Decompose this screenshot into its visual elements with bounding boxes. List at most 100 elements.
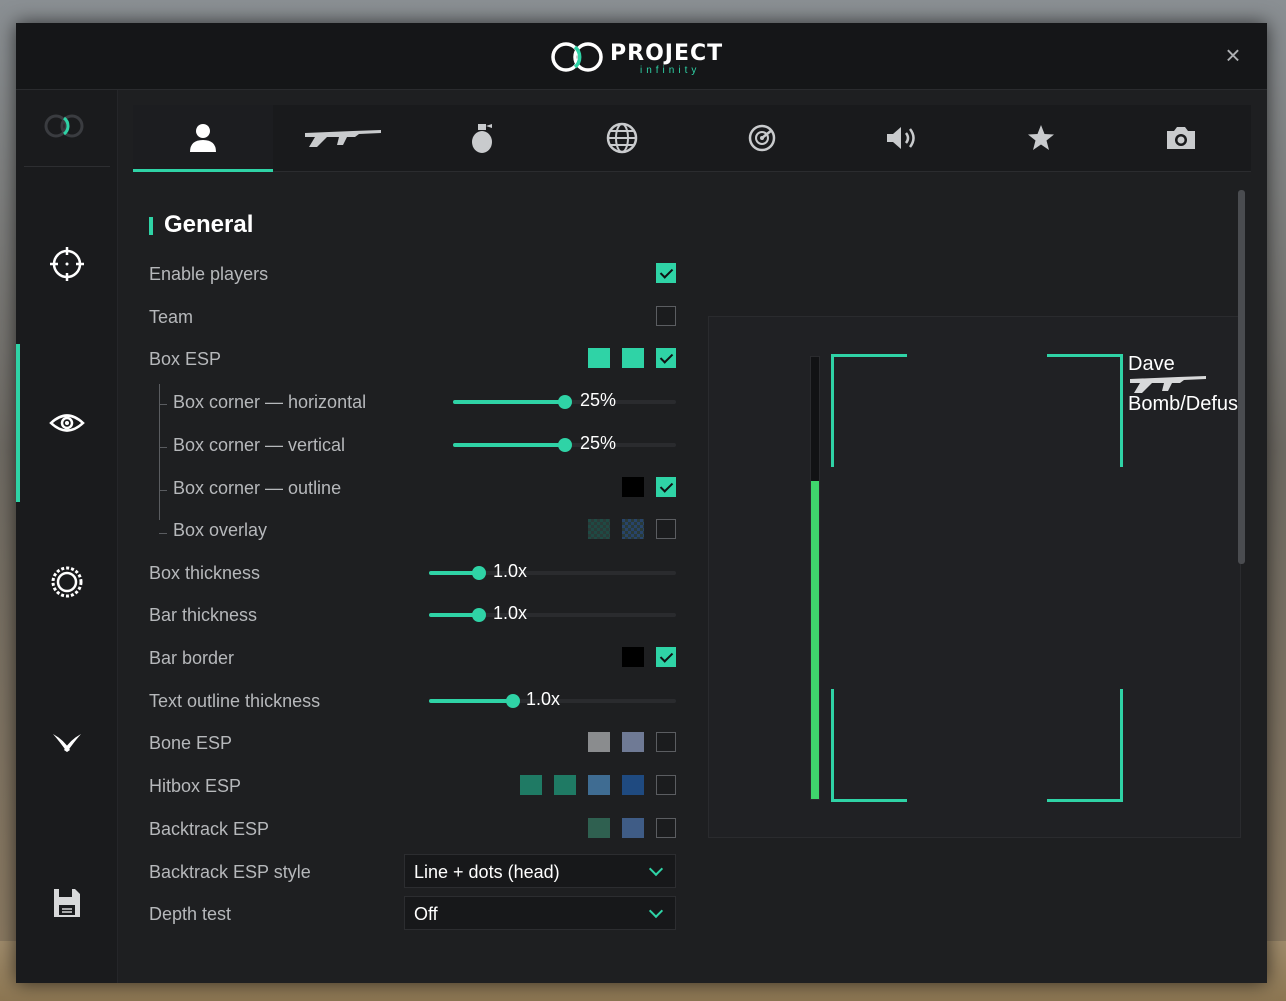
sidebar-item-aimbot[interactable]	[16, 224, 117, 304]
setting-hitbox-esp: Hitbox ESP	[149, 771, 679, 801]
section-title: General	[149, 211, 253, 239]
setting-label: Bar border	[149, 648, 235, 668]
hitbox-esp-color-swatch[interactable]	[520, 775, 542, 795]
setting-depth-test: Depth test Off	[149, 896, 679, 930]
hitbox-esp-color-swatch[interactable]	[554, 775, 576, 795]
sidebar	[16, 90, 118, 983]
tab-sounds[interactable]	[832, 105, 972, 171]
globe-icon	[606, 122, 638, 154]
star-icon	[1028, 125, 1055, 150]
health-bar	[810, 356, 820, 800]
box-corner-top-left	[831, 354, 907, 467]
box-corner-top-right	[1047, 354, 1123, 467]
setting-label: Box overlay	[173, 520, 268, 540]
slider-knob[interactable]	[506, 694, 520, 708]
hitbox-esp-color-swatch[interactable]	[622, 775, 644, 795]
slider-value: 25%	[580, 433, 617, 453]
setting-box-corner-horizontal: Box corner — horizontal 25%	[149, 387, 679, 417]
setting-label: Hitbox ESP	[149, 776, 242, 796]
content-area: General Enable players Team Box ESP Box …	[118, 90, 1267, 983]
bar-border-color-swatch[interactable]	[622, 647, 644, 667]
close-button[interactable]: ×	[1221, 42, 1245, 68]
setting-box-overlay: Box overlay	[149, 515, 679, 545]
hitbox-esp-checkbox[interactable]	[656, 775, 676, 795]
app-logo: PROJECT infinity	[548, 37, 748, 77]
slider-knob[interactable]	[472, 608, 486, 622]
setting-bar-border: Bar border	[149, 643, 679, 673]
chevron-down-icon	[648, 861, 664, 877]
bone-esp-checkbox[interactable]	[656, 732, 676, 752]
setting-backtrack-esp: Backtrack ESP	[149, 814, 679, 844]
sidebar-item-skins[interactable]	[16, 702, 117, 782]
box-thickness-slider[interactable]: 1.0x	[429, 561, 676, 581]
dropdown-value: Off	[414, 904, 438, 924]
box-esp-checkbox[interactable]	[656, 348, 676, 368]
title-bar[interactable]: PROJECT infinity ×	[16, 23, 1267, 90]
box-overlay-color-swatch[interactable]	[588, 519, 610, 539]
tab-players[interactable]	[133, 105, 273, 172]
tab-bar	[133, 105, 1251, 172]
bone-esp-color-swatch[interactable]	[622, 732, 644, 752]
crosshair-icon	[49, 247, 84, 281]
slider-fill	[453, 400, 565, 404]
slider-knob[interactable]	[558, 438, 572, 452]
box-corner-outline-color-swatch[interactable]	[622, 477, 644, 497]
setting-label: Box ESP	[149, 349, 222, 369]
setting-box-thickness: Box thickness 1.0x	[149, 558, 679, 588]
tab-world[interactable]	[552, 105, 692, 171]
setting-enable-players: Enable players	[149, 259, 679, 289]
slider-knob[interactable]	[472, 566, 486, 580]
text-outline-thickness-slider[interactable]: 1.0x	[429, 689, 676, 709]
tab-grenades[interactable]	[413, 105, 553, 171]
sidebar-item-visuals[interactable]	[16, 383, 117, 463]
setting-label: Backtrack ESP style	[149, 862, 311, 882]
tab-glow[interactable]	[972, 105, 1112, 171]
infinity-logo-icon	[44, 114, 84, 138]
setting-box-corner-outline: Box corner — outline	[149, 473, 679, 503]
box-overlay-checkbox[interactable]	[656, 519, 676, 539]
box-corner-vertical-slider[interactable]: 25%	[453, 433, 676, 453]
backtrack-esp-style-dropdown[interactable]: Line + dots (head)	[404, 854, 676, 888]
backtrack-esp-color-swatch[interactable]	[588, 818, 610, 838]
eye-icon	[48, 414, 85, 432]
setting-label: Box corner — outline	[173, 478, 342, 498]
box-overlay-color-swatch[interactable]	[622, 519, 644, 539]
infinity-logo-icon	[551, 42, 603, 72]
setting-box-corner-vertical: Box corner — vertical 25%	[149, 430, 679, 460]
slider-knob[interactable]	[558, 395, 572, 409]
depth-test-dropdown[interactable]: Off	[404, 896, 676, 930]
box-corner-outline-checkbox[interactable]	[656, 477, 676, 497]
slider-value: 1.0x	[526, 689, 561, 709]
knife-icon	[52, 734, 81, 752]
box-corner-horizontal-slider[interactable]: 25%	[453, 390, 676, 410]
dropdown-value: Line + dots (head)	[414, 862, 560, 882]
sidebar-divider	[24, 166, 110, 167]
floppy-disk-icon	[53, 889, 80, 917]
tab-weapons[interactable]	[273, 105, 413, 171]
bar-border-checkbox[interactable]	[656, 647, 676, 667]
setting-text-outline-thickness: Text outline thickness 1.0x	[149, 686, 679, 716]
hitbox-esp-color-swatch[interactable]	[588, 775, 610, 795]
person-icon	[189, 124, 216, 152]
setting-label: Box corner — horizontal	[173, 392, 367, 412]
radar-icon	[748, 124, 776, 152]
sidebar-item-misc[interactable]	[16, 542, 117, 622]
backtrack-esp-checkbox[interactable]	[656, 818, 676, 838]
enable-players-checkbox[interactable]	[656, 263, 676, 283]
tab-radar[interactable]	[692, 105, 832, 171]
bar-thickness-slider[interactable]: 1.0x	[429, 603, 676, 623]
backtrack-esp-color-swatch[interactable]	[622, 818, 644, 838]
rifle-icon	[304, 130, 381, 147]
team-checkbox[interactable]	[656, 306, 676, 326]
slider-value: 25%	[580, 390, 617, 410]
tab-camera[interactable]	[1111, 105, 1251, 171]
setting-label: Box thickness	[149, 563, 261, 583]
slider-value: 1.0x	[493, 603, 528, 623]
box-esp-color-swatch[interactable]	[588, 348, 610, 368]
logo-subtext: infinity	[640, 65, 701, 76]
box-esp-color-swatch[interactable]	[622, 348, 644, 368]
setting-label: Bone ESP	[149, 733, 233, 753]
sidebar-item-config[interactable]	[16, 863, 117, 943]
scrollbar[interactable]	[1238, 190, 1245, 564]
bone-esp-color-swatch[interactable]	[588, 732, 610, 752]
